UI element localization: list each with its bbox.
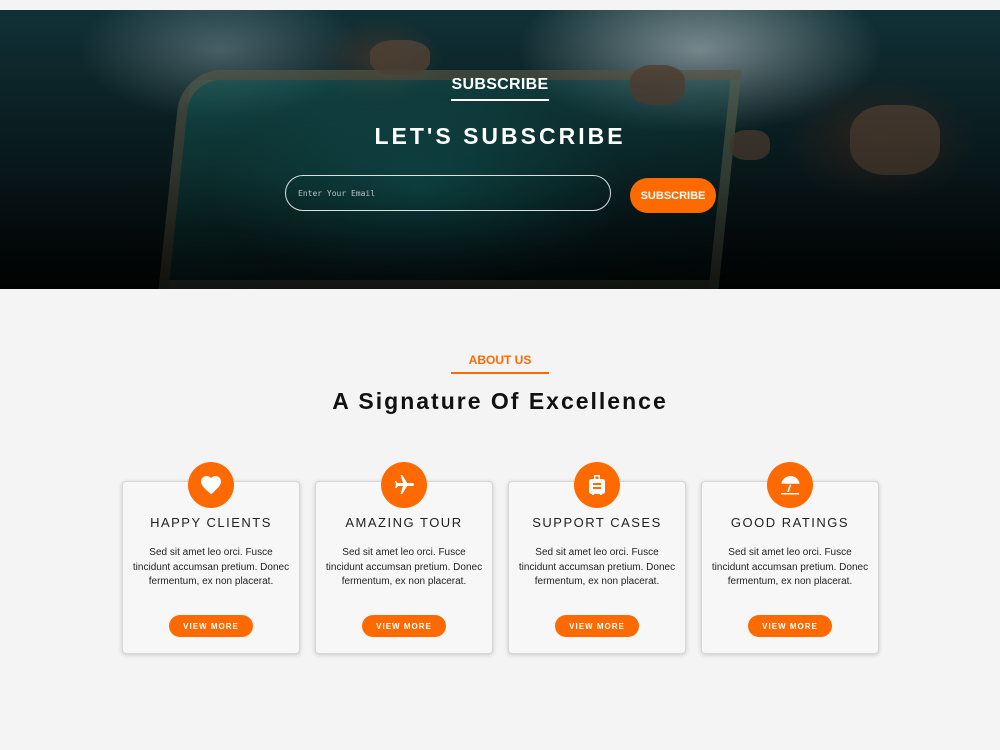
subscribe-hero: SUBSCRIBE LET'S SUBSCRIBE SUBSCRIBE [0, 10, 1000, 289]
subscribe-button[interactable]: SUBSCRIBE [630, 178, 716, 213]
heart-icon [188, 462, 234, 508]
beach-umbrella-icon [767, 462, 813, 508]
suitcase-icon [574, 462, 620, 508]
feature-card-amazing-tour: AMAZING TOUR Sed sit amet leo orci. Fusc… [315, 462, 493, 654]
hero-title: LET'S SUBSCRIBE [374, 123, 626, 149]
card-text: Sed sit amet leo orci. Fusce tincidunt a… [518, 547, 676, 587]
hero-kicker-underline [451, 99, 549, 101]
feature-card-support-cases: SUPPORT CASES Sed sit amet leo orci. Fus… [508, 462, 686, 654]
about-kicker: ABOUT US [468, 353, 532, 367]
about-kicker-underline [451, 372, 549, 374]
card-title: SUPPORT CASES [532, 515, 662, 530]
card-text: Sed sit amet leo orci. Fusce tincidunt a… [132, 547, 290, 587]
hero-content: SUBSCRIBE LET'S SUBSCRIBE SUBSCRIBE [0, 10, 1000, 289]
email-input[interactable] [285, 175, 611, 211]
about-section: ABOUT US A Signature Of Excellence HAPPY… [0, 289, 1000, 750]
view-more-button[interactable]: VIEW MORE [555, 615, 639, 637]
card-text: Sed sit amet leo orci. Fusce tincidunt a… [711, 547, 869, 587]
airplane-icon [381, 462, 427, 508]
card-title: AMAZING TOUR [345, 515, 463, 530]
card-title: HAPPY CLIENTS [150, 515, 272, 530]
view-more-button[interactable]: VIEW MORE [748, 615, 832, 637]
top-strip [0, 0, 1000, 10]
feature-card-happy-clients: HAPPY CLIENTS Sed sit amet leo orci. Fus… [122, 462, 300, 654]
feature-card-good-ratings: GOOD RATINGS Sed sit amet leo orci. Fusc… [701, 462, 879, 654]
view-more-button[interactable]: VIEW MORE [169, 615, 253, 637]
card-title: GOOD RATINGS [730, 515, 850, 530]
card-text: Sed sit amet leo orci. Fusce tincidunt a… [325, 547, 483, 587]
hero-kicker: SUBSCRIBE [451, 76, 549, 93]
view-more-button[interactable]: VIEW MORE [362, 615, 446, 637]
about-title: A Signature Of Excellence [332, 388, 668, 414]
feature-cards: HAPPY CLIENTS Sed sit amet leo orci. Fus… [122, 462, 879, 654]
